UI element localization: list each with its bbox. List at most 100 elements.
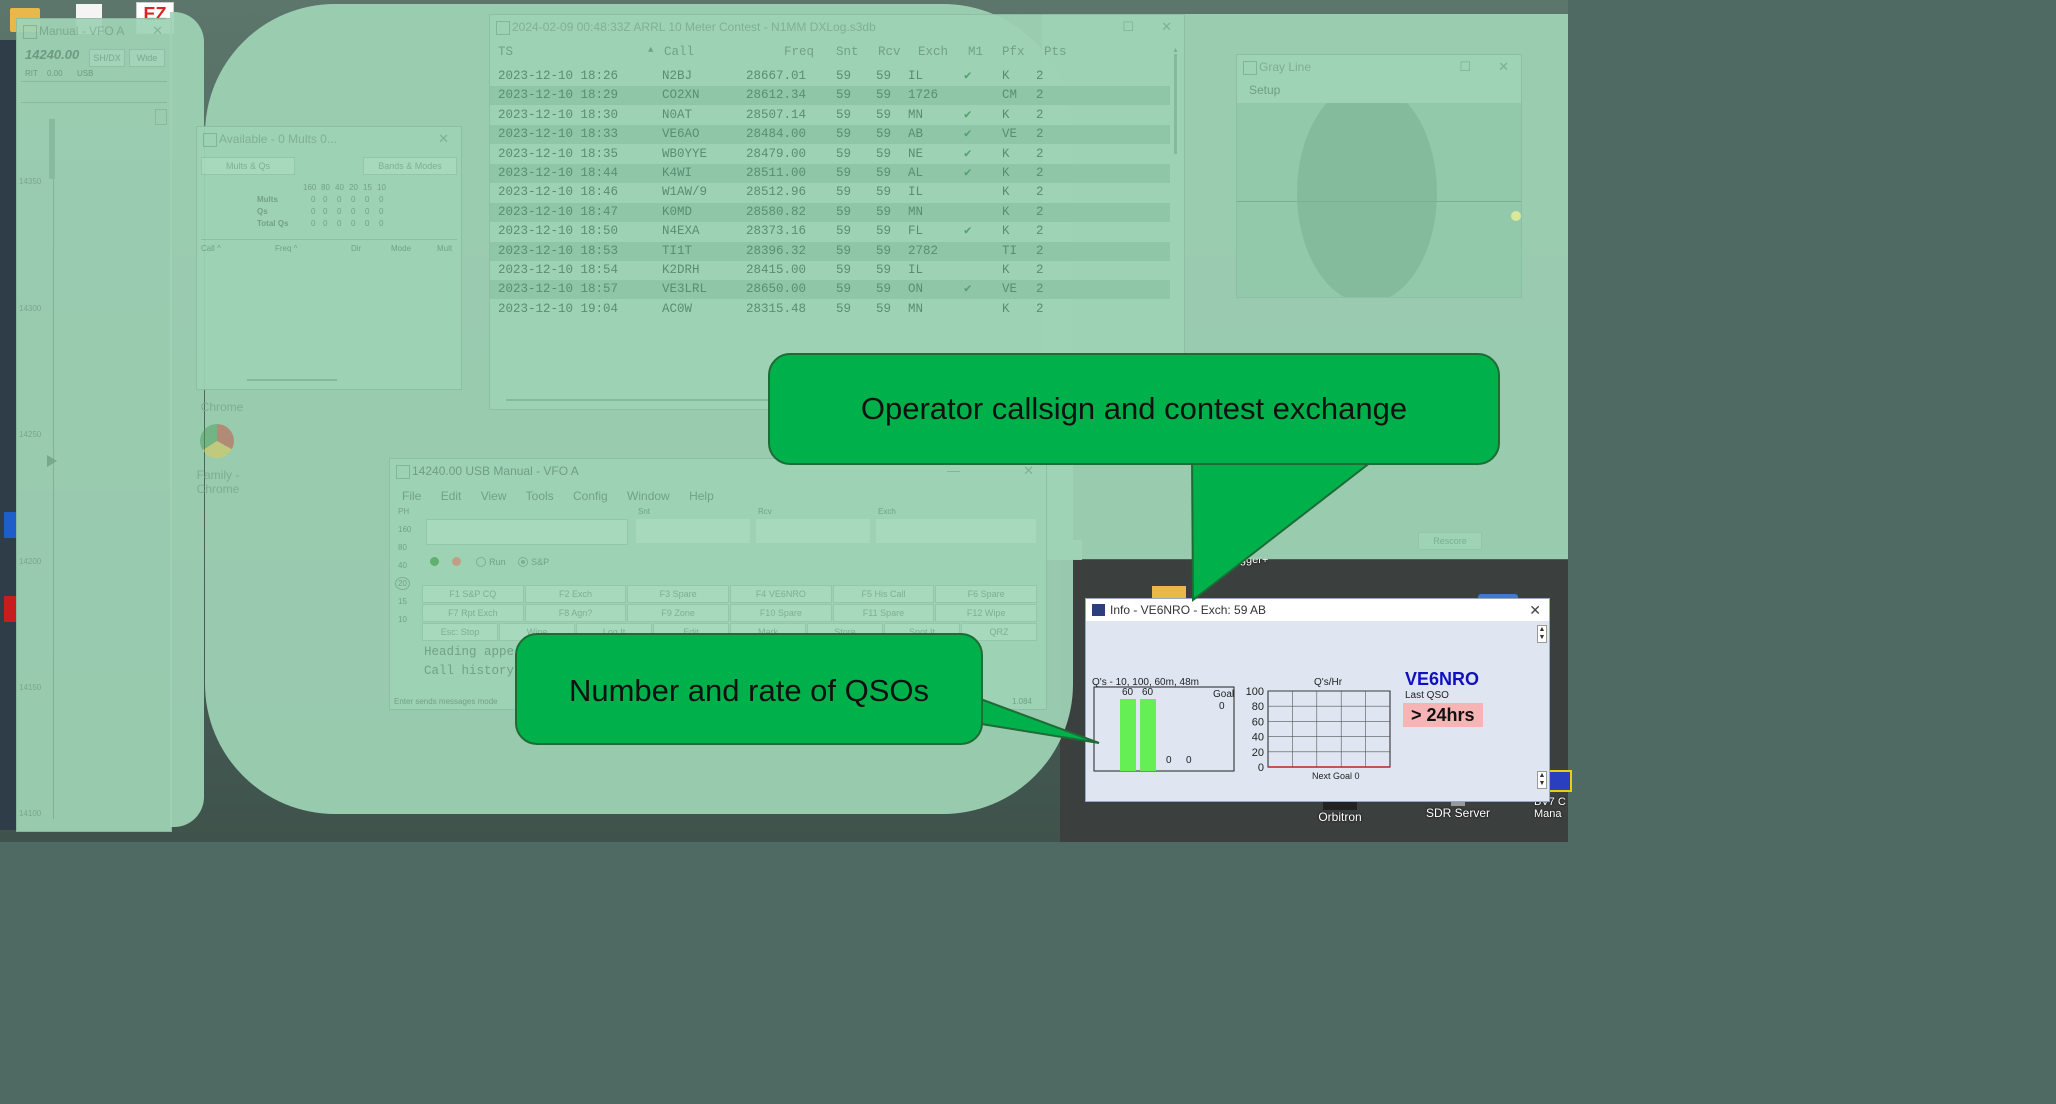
menu-config[interactable]: Config xyxy=(573,489,608,503)
column-header[interactable]: Dir xyxy=(351,244,391,253)
available-row-qs: Qs 0 0 0 0 0 0 xyxy=(257,207,393,216)
blue-app-icon[interactable] xyxy=(4,512,16,538)
table-row[interactable]: 2023-12-10 18:53 TI1T 28396.32 59 59 2782 TI 2 xyxy=(490,241,1170,261)
close-icon[interactable]: ✕ xyxy=(1529,599,1541,621)
table-cell-rcv: 59 xyxy=(876,185,892,200)
table-row[interactable]: 2023-12-10 18:33 VE6AO 28484.00 59 59 AB ✔ VE 2 xyxy=(490,125,1170,145)
function-key-button[interactable]: F2 Exch xyxy=(524,585,627,603)
log-scrollbar[interactable]: ▲ xyxy=(1172,47,1180,307)
col-snt[interactable]: Snt xyxy=(836,45,859,59)
scroll-thumb[interactable] xyxy=(1174,54,1177,154)
app-icon xyxy=(396,465,410,479)
callsign-display: VE6NRO xyxy=(1405,669,1480,689)
col-exch[interactable]: Exch xyxy=(918,45,948,59)
col-m1[interactable]: M1 xyxy=(968,45,983,59)
band-40[interactable]: 40 xyxy=(398,561,407,570)
function-key-button[interactable]: F1 S&P CQ xyxy=(422,585,524,603)
mults-qs-button[interactable]: Mults & Qs xyxy=(201,157,295,175)
col-pfx[interactable]: Pfx xyxy=(1002,45,1025,59)
log-hscrollbar[interactable] xyxy=(506,399,786,401)
col-call[interactable]: Call xyxy=(664,45,694,59)
column-header[interactable]: Call ^ xyxy=(201,244,275,253)
table-cell-pfx: K xyxy=(1002,185,1010,200)
column-header[interactable]: Mode xyxy=(391,244,437,253)
run-radio[interactable]: Run xyxy=(476,556,506,568)
table-row[interactable]: 2023-12-10 18:57 VE3LRL 28650.00 59 59 ON ✔ VE 2 xyxy=(490,280,1170,300)
table-row[interactable]: 2023-12-10 18:50 N4EXA 28373.16 59 59 FL ✔ K 2 xyxy=(490,222,1170,241)
col-pts[interactable]: Pts xyxy=(1044,45,1067,59)
function-key-button[interactable]: F9 Zone xyxy=(627,604,729,622)
column-header[interactable]: Freq ^ xyxy=(275,244,351,253)
vfo-scrollbar[interactable] xyxy=(155,109,167,125)
table-row[interactable]: 2023-12-10 19:04 AC0W 28315.48 59 59 MN K 2 xyxy=(490,300,1170,315)
band-20[interactable]: 20 xyxy=(395,577,410,590)
callout-bottom-pointer-fill xyxy=(973,699,981,722)
function-key-button[interactable]: F12 Wipe xyxy=(935,604,1037,622)
table-row[interactable]: 2023-12-10 18:44 K4WI 28511.00 59 59 AL ✔ K 2 xyxy=(490,164,1170,183)
maximize-icon[interactable]: ☐ xyxy=(1122,15,1134,39)
function-key-button[interactable]: F3 Spare xyxy=(627,585,729,603)
table-row[interactable]: 2023-12-10 18:54 K2DRH 28415.00 59 59 IL K 2 xyxy=(490,261,1170,280)
menu-window[interactable]: Window xyxy=(627,489,670,503)
table-row[interactable]: 2023-12-10 18:29 CO2XN 28612.34 59 59 1726 CM 2 xyxy=(490,86,1170,106)
available-scrollbar[interactable] xyxy=(247,379,337,381)
menu-tools[interactable]: Tools xyxy=(526,489,554,503)
col-ts[interactable]: TS xyxy=(498,45,513,59)
red-app-icon[interactable] xyxy=(4,596,16,622)
scroll-up-icon[interactable]: ▲ xyxy=(1172,47,1180,54)
function-key-button[interactable]: Esc: Stop xyxy=(422,623,498,641)
function-key-button[interactable]: F10 Spare xyxy=(730,604,832,622)
close-icon[interactable]: ✕ xyxy=(438,127,449,151)
band-160[interactable]: 160 xyxy=(398,525,411,534)
function-key-button[interactable]: F11 Spare xyxy=(832,604,935,622)
desktop-left-icons-strip xyxy=(0,40,16,830)
table-row[interactable]: 2023-12-10 18:35 WB0YYE 28479.00 59 59 NE ✔ K 2 xyxy=(490,145,1170,164)
table-cell-pts: 2 xyxy=(1036,166,1044,180)
close-icon[interactable]: ✕ xyxy=(1161,15,1172,39)
table-cell-ts: 2023-12-10 18:53 xyxy=(498,243,619,258)
menu-help[interactable]: Help xyxy=(689,489,714,503)
column-header[interactable]: Mult xyxy=(437,244,455,253)
vfo-toolbar xyxy=(21,81,167,103)
call-input[interactable] xyxy=(426,519,628,545)
vfo-pointer-icon[interactable] xyxy=(47,455,57,467)
col-rcv[interactable]: Rcv xyxy=(878,45,901,59)
band-10[interactable]: 10 xyxy=(398,615,407,624)
menu-file[interactable]: File xyxy=(402,489,421,503)
snt-input[interactable] xyxy=(636,519,750,543)
y-tick-label: 60 xyxy=(1252,716,1264,728)
scroll-down-icon[interactable]: ▲ ▼ xyxy=(1537,771,1547,789)
menu-edit[interactable]: Edit xyxy=(441,489,462,503)
mode-label: USB xyxy=(77,69,94,78)
col-freq[interactable]: Freq xyxy=(784,45,814,59)
row-label: Mults xyxy=(257,195,278,204)
shdx-button[interactable]: SH/DX xyxy=(89,49,125,67)
grayline-window: Gray Line ☐ ✕ Setup xyxy=(1236,54,1522,298)
table-row[interactable]: 2023-12-10 18:26 N2BJ 28667.01 59 59 IL ✔ K 2 xyxy=(490,67,1170,86)
function-key-button[interactable]: F7 Rpt Exch xyxy=(422,604,524,622)
table-cell-rcv: 59 xyxy=(876,301,892,315)
close-icon[interactable]: ✕ xyxy=(152,19,163,43)
band-15[interactable]: 15 xyxy=(398,597,407,606)
band-80[interactable]: 80 xyxy=(398,543,407,552)
bands-modes-button[interactable]: Bands & Modes xyxy=(363,157,457,175)
sp-radio[interactable]: S&P xyxy=(518,556,549,568)
table-row[interactable]: 2023-12-10 18:30 N0AT 28507.14 59 59 MN ✔ K 2 xyxy=(490,106,1170,125)
grayline-menu-setup[interactable]: Setup xyxy=(1249,83,1280,97)
band-label: 160 xyxy=(303,183,317,192)
callout-top-text: Operator callsign and contest exchange xyxy=(860,391,1408,426)
table-cell-pfx: K xyxy=(1002,69,1010,83)
close-icon[interactable]: ✕ xyxy=(1498,55,1509,79)
cell: 0 xyxy=(351,195,356,204)
qs-bar xyxy=(1140,699,1156,771)
menu-view[interactable]: View xyxy=(481,489,507,503)
function-key-button[interactable]: F8 Agn? xyxy=(524,604,627,622)
table-row[interactable]: 2023-12-10 18:47 K0MD 28580.82 59 59 MN K 2 xyxy=(490,202,1170,222)
table-row[interactable]: 2023-12-10 18:46 W1AW/9 28512.96 59 59 IL K 2 xyxy=(490,183,1170,202)
scroll-up-icon[interactable]: ▲ ▼ xyxy=(1537,625,1547,643)
table-cell-ts: 2023-12-10 18:26 xyxy=(498,69,619,83)
chrome-icon[interactable] xyxy=(200,424,234,458)
info-scrollbar[interactable]: ▲ ▼ ▲ ▼ xyxy=(1537,625,1547,795)
wide-button[interactable]: Wide xyxy=(129,49,165,67)
maximize-icon[interactable]: ☐ xyxy=(1459,55,1471,79)
